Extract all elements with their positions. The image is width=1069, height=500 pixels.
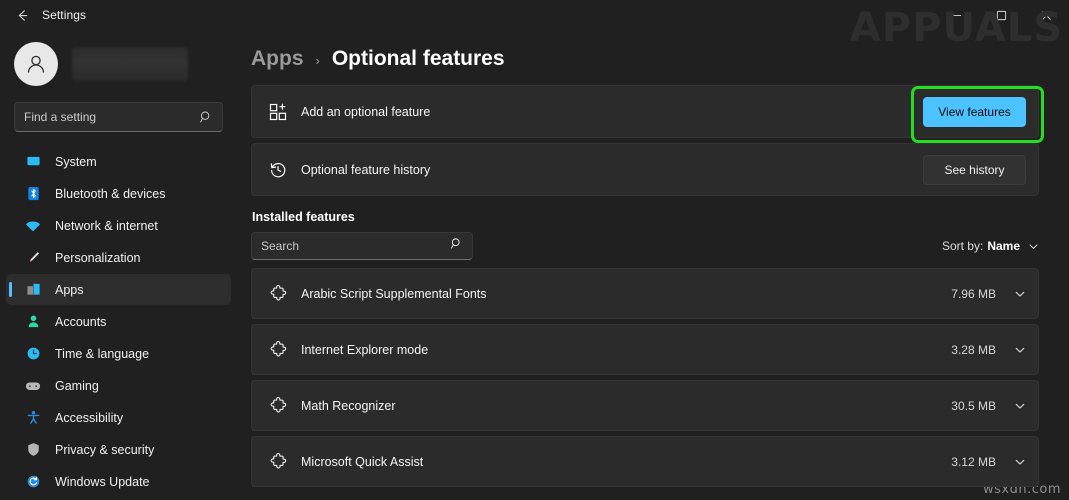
table-row[interactable]: Math Recognizer 30.5 MB	[251, 380, 1039, 431]
feature-search-placeholder: Search	[261, 239, 450, 253]
update-icon	[22, 474, 44, 489]
chevron-right-icon: ›	[316, 53, 320, 68]
view-features-highlight: View features	[923, 97, 1026, 127]
sidebar: Find a setting System Bluetooth & device…	[0, 30, 237, 500]
table-row[interactable]: Internet Explorer mode 3.28 MB	[251, 324, 1039, 375]
sidebar-item-privacy-security[interactable]: Privacy & security	[6, 434, 231, 465]
optional-feature-history-card: Optional feature history See history	[251, 143, 1039, 196]
sidebar-item-system[interactable]: System	[6, 146, 231, 177]
optional-feature-history-label: Optional feature history	[301, 163, 923, 177]
chevron-down-icon[interactable]	[1014, 344, 1026, 356]
add-optional-feature-label: Add an optional feature	[301, 105, 923, 119]
sidebar-item-personalization[interactable]: Personalization	[6, 242, 231, 273]
bluetooth-icon	[22, 186, 44, 201]
main-content: Apps › Optional features Add an optional…	[237, 30, 1069, 500]
sidebar-item-network-internet[interactable]: Network & internet	[6, 210, 231, 241]
feature-name: Arabic Script Supplemental Fonts	[301, 287, 951, 301]
accessibility-icon	[22, 410, 44, 425]
back-arrow-icon[interactable]	[6, 2, 38, 28]
sidebar-item-gaming[interactable]: Gaming	[6, 370, 231, 401]
sidebar-nav: System Bluetooth & devices Network & int…	[0, 146, 237, 497]
sidebar-item-apps[interactable]: Apps	[6, 274, 231, 305]
installed-features-filters: Search Sort by: Name	[251, 232, 1039, 260]
maximize-icon[interactable]	[979, 0, 1024, 30]
sidebar-item-label: Accessibility	[55, 411, 123, 425]
view-features-button[interactable]: View features	[923, 97, 1026, 127]
puzzle-piece-icon	[265, 397, 291, 414]
system-icon	[22, 154, 44, 169]
feature-size: 7.96 MB	[951, 287, 996, 301]
sidebar-item-label: Accounts	[55, 315, 106, 329]
sidebar-item-label: Privacy & security	[55, 443, 154, 457]
chevron-down-icon	[1028, 241, 1039, 252]
sidebar-item-accounts[interactable]: Accounts	[6, 306, 231, 337]
close-icon[interactable]	[1024, 0, 1069, 30]
feature-size: 3.28 MB	[951, 343, 996, 357]
feature-size: 30.5 MB	[951, 399, 996, 413]
history-clock-icon	[265, 161, 291, 179]
sidebar-item-label: System	[55, 155, 97, 169]
sidebar-item-bluetooth-devices[interactable]: Bluetooth & devices	[6, 178, 231, 209]
sidebar-item-time-language[interactable]: Time & language	[6, 338, 231, 369]
table-row[interactable]: Arabic Script Supplemental Fonts 7.96 MB	[251, 268, 1039, 319]
sidebar-item-windows-update[interactable]: Windows Update	[6, 466, 231, 497]
breadcrumb-parent[interactable]: Apps	[251, 47, 304, 71]
feature-name: Math Recognizer	[301, 399, 951, 413]
feature-name: Internet Explorer mode	[301, 343, 951, 357]
sidebar-item-label: Network & internet	[55, 219, 158, 233]
page-title: Optional features	[332, 47, 505, 71]
search-icon	[199, 110, 213, 124]
title-bar: Settings	[0, 0, 1069, 30]
see-history-button[interactable]: See history	[923, 155, 1026, 185]
add-feature-grid-icon	[265, 103, 291, 121]
app-title: Settings	[42, 8, 86, 22]
search-icon	[450, 237, 463, 255]
feature-search-input[interactable]: Search	[251, 232, 473, 260]
apps-icon	[22, 282, 44, 297]
settings-window: Settings APPUALS wsxdn.com	[0, 0, 1069, 500]
chevron-down-icon[interactable]	[1014, 288, 1026, 300]
sidebar-item-label: Windows Update	[55, 475, 150, 489]
brush-icon	[22, 250, 44, 265]
clock-icon	[22, 346, 44, 361]
gamepad-icon	[22, 379, 44, 393]
search-input[interactable]: Find a setting	[14, 102, 223, 132]
account-profile[interactable]	[0, 30, 237, 100]
account-name-redacted	[72, 47, 188, 81]
sort-by-dropdown[interactable]: Sort by: Name	[942, 239, 1039, 253]
installed-features-heading: Installed features	[252, 210, 1039, 224]
chevron-down-icon[interactable]	[1014, 456, 1026, 468]
sidebar-item-label: Time & language	[55, 347, 149, 361]
table-row[interactable]: Microsoft Quick Assist 3.12 MB	[251, 436, 1039, 487]
add-optional-feature-card: Add an optional feature View features	[251, 85, 1039, 138]
sidebar-item-label: Apps	[55, 283, 84, 297]
account-icon	[22, 314, 44, 329]
search-input-placeholder: Find a setting	[24, 110, 199, 124]
wifi-icon	[22, 219, 44, 233]
minimize-icon[interactable]	[934, 0, 979, 30]
installed-features-list: Arabic Script Supplemental Fonts 7.96 MB…	[251, 268, 1039, 487]
chevron-down-icon[interactable]	[1014, 400, 1026, 412]
breadcrumb: Apps › Optional features	[251, 30, 1039, 85]
user-avatar-icon	[14, 42, 58, 86]
sidebar-item-label: Gaming	[55, 379, 99, 393]
sidebar-item-label: Personalization	[55, 251, 140, 265]
window-controls	[934, 0, 1069, 30]
sort-by-value: Name	[987, 239, 1020, 253]
puzzle-piece-icon	[265, 341, 291, 358]
sidebar-item-accessibility[interactable]: Accessibility	[6, 402, 231, 433]
feature-size: 3.12 MB	[951, 455, 996, 469]
sidebar-item-label: Bluetooth & devices	[55, 187, 166, 201]
shield-icon	[22, 442, 44, 457]
sort-by-label: Sort by:	[942, 239, 983, 253]
puzzle-piece-icon	[265, 285, 291, 302]
feature-name: Microsoft Quick Assist	[301, 455, 951, 469]
puzzle-piece-icon	[265, 453, 291, 470]
